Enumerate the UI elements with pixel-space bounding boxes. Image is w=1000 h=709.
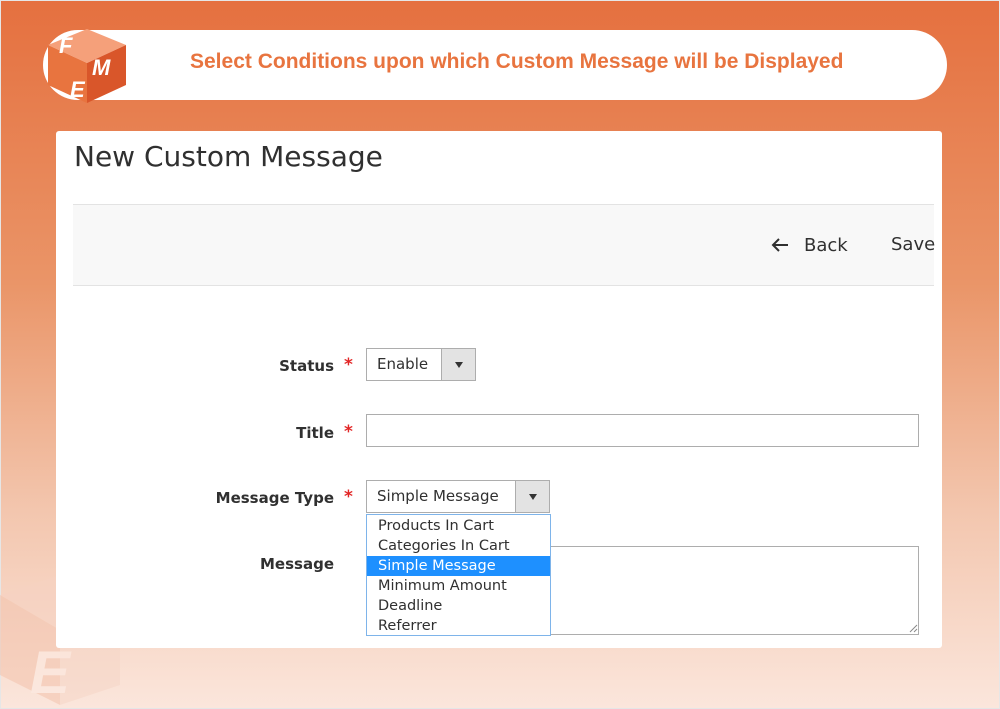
status-select-value: Enable [377,355,429,373]
message-label: Message [260,555,334,573]
back-label: Back [804,234,848,256]
message-type-required-mark: * [344,487,353,507]
svg-text:E: E [30,639,72,705]
chevron-down-icon [454,361,463,368]
dropdown-option-deadline[interactable]: Deadline [367,596,550,616]
arrow-left-icon [771,238,788,252]
fme-logo-icon: F M E [48,29,126,103]
message-type-select[interactable]: Simple Message [366,480,550,513]
save-button[interactable]: Save [891,233,935,257]
dropdown-option-referrer[interactable]: Referrer [367,616,550,636]
page-title: New Custom Message [74,140,383,173]
message-type-dropdown-list: Products In Cart Categories In Cart Simp… [366,514,551,636]
status-select-toggle[interactable] [441,349,475,380]
dropdown-option-products-in-cart[interactable]: Products In Cart [367,516,550,536]
status-select[interactable]: Enable [366,348,476,381]
dropdown-option-minimum-amount[interactable]: Minimum Amount [367,576,550,596]
banner-title: Select Conditions upon which Custom Mess… [190,50,844,73]
logo-letter-e: E [70,77,86,102]
status-required-mark: * [344,355,353,375]
title-input[interactable] [366,414,919,447]
message-type-label: Message Type [215,489,334,507]
back-button[interactable]: Back [770,233,848,257]
chevron-down-icon [528,493,537,500]
logo-letter-f: F [59,33,73,58]
message-type-select-toggle[interactable] [515,481,549,512]
title-required-mark: * [344,422,353,442]
status-label: Status [279,357,334,375]
dropdown-option-categories-in-cart[interactable]: Categories In Cart [367,536,550,556]
title-label: Title [296,424,334,442]
resize-handle-icon[interactable] [909,624,918,633]
dropdown-option-simple-message[interactable]: Simple Message [367,556,550,576]
logo-letter-m: M [92,55,111,80]
message-type-select-value: Simple Message [377,487,499,505]
